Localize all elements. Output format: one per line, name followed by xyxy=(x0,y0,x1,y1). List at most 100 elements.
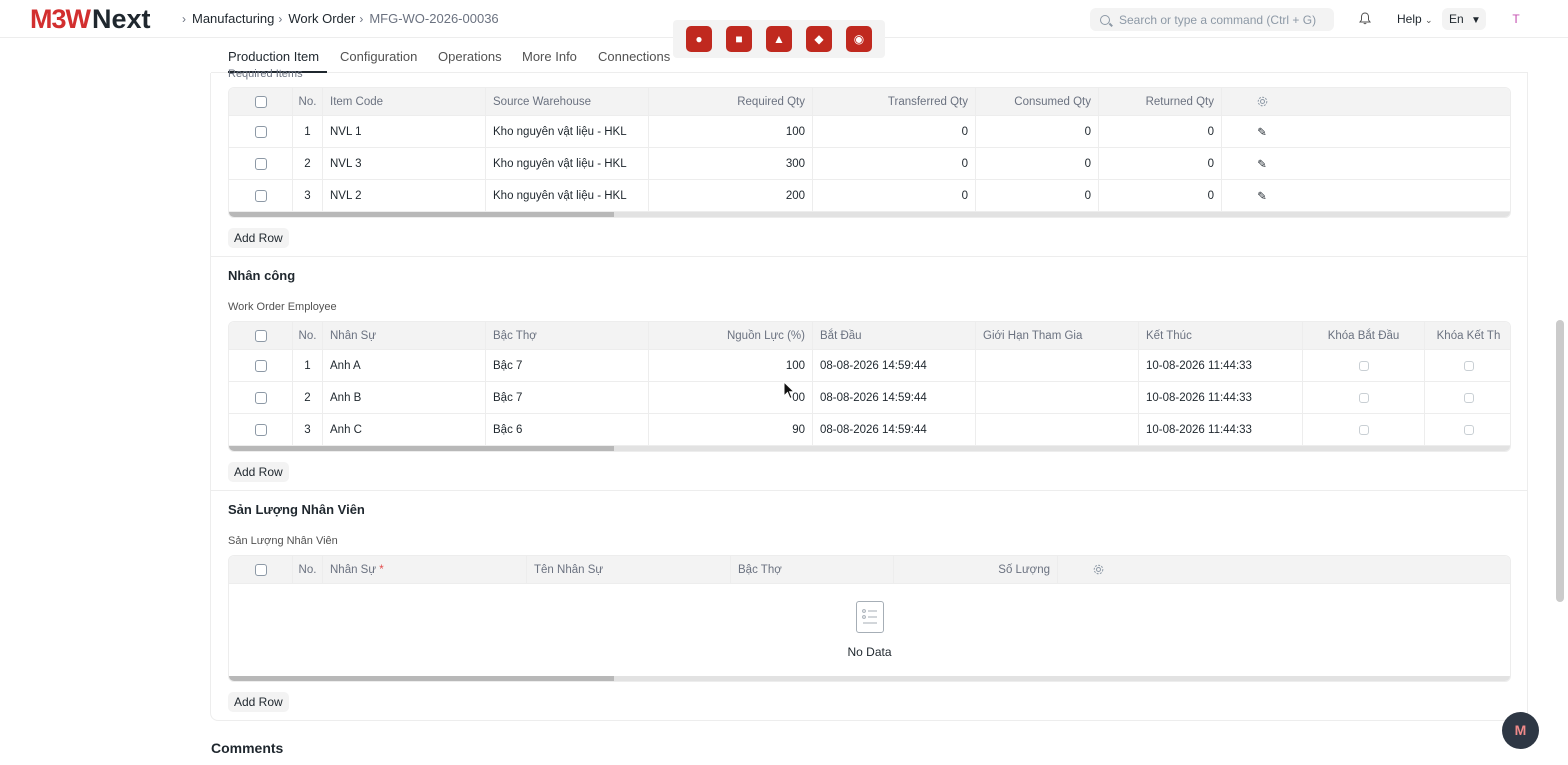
transferred-qty-cell[interactable]: 0 xyxy=(813,116,976,147)
lock-start-checkbox[interactable] xyxy=(1303,350,1425,381)
item-code-cell[interactable]: NVL 3 xyxy=(323,148,486,179)
scrollbar-thumb[interactable] xyxy=(229,212,614,217)
consumed-qty-cell[interactable]: 0 xyxy=(976,148,1099,179)
tool-user-icon[interactable]: ◆ xyxy=(806,26,832,52)
row-checkbox[interactable] xyxy=(229,116,293,147)
avatar[interactable]: T xyxy=(1506,9,1526,29)
chevron-down-icon: ⌄ xyxy=(1425,15,1433,25)
resource-cell[interactable]: 90 xyxy=(649,414,813,445)
consumed-qty-cell[interactable]: 0 xyxy=(976,116,1099,147)
row-checkbox[interactable] xyxy=(229,414,293,445)
edit-pencil-icon[interactable]: ✎ xyxy=(1222,180,1302,211)
section-divider xyxy=(211,490,1527,491)
select-all-checkbox[interactable] xyxy=(229,88,293,115)
end-cell[interactable]: 10-08-2026 11:44:33 xyxy=(1139,414,1303,445)
returned-qty-cell[interactable]: 0 xyxy=(1099,148,1222,179)
row-checkbox[interactable] xyxy=(229,180,293,211)
add-row-button[interactable]: Add Row xyxy=(228,462,289,482)
required-qty-cell[interactable]: 100 xyxy=(649,116,813,147)
employee-cell[interactable]: Anh B xyxy=(323,382,486,413)
tool-location-icon[interactable]: ◉ xyxy=(846,26,872,52)
help-label: Help xyxy=(1397,12,1422,26)
horizontal-scrollbar[interactable] xyxy=(229,446,1510,451)
language-select[interactable]: En ▼ xyxy=(1442,8,1486,30)
lock-start-checkbox[interactable] xyxy=(1303,414,1425,445)
required-qty-cell[interactable]: 300 xyxy=(649,148,813,179)
limit-cell[interactable] xyxy=(976,350,1139,381)
table-row[interactable]: 3 NVL 2 Kho nguyên vật liệu - HKL 200 0 … xyxy=(229,180,1510,212)
warehouse-cell[interactable]: Kho nguyên vật liệu - HKL xyxy=(486,148,649,179)
row-no: 1 xyxy=(293,350,323,381)
tab-more-info[interactable]: More Info xyxy=(522,49,577,64)
lock-end-checkbox[interactable] xyxy=(1425,414,1510,445)
transferred-qty-cell[interactable]: 0 xyxy=(813,148,976,179)
horizontal-scrollbar[interactable] xyxy=(229,676,1510,681)
grade-cell[interactable]: Bậc 7 xyxy=(486,350,649,381)
table-row[interactable]: 2 Anh B Bậc 7 00 08-08-2026 14:59:44 10-… xyxy=(229,382,1510,414)
select-all-checkbox[interactable] xyxy=(229,556,293,583)
table-row[interactable]: 3 Anh C Bậc 6 90 08-08-2026 14:59:44 10-… xyxy=(229,414,1510,446)
lock-end-checkbox[interactable] xyxy=(1425,382,1510,413)
row-checkbox[interactable] xyxy=(229,382,293,413)
tab-connections[interactable]: Connections xyxy=(598,49,670,64)
tab-operations[interactable]: Operations xyxy=(438,49,502,64)
logo-next: Next xyxy=(92,3,151,34)
table-row[interactable]: 1 NVL 1 Kho nguyên vật liệu - HKL 100 0 … xyxy=(229,116,1510,148)
row-no: 1 xyxy=(293,116,323,147)
search-input[interactable]: Search or type a command (Ctrl + G) xyxy=(1090,8,1334,31)
start-cell[interactable]: 08-08-2026 14:59:44 xyxy=(813,414,976,445)
gear-icon[interactable] xyxy=(1058,556,1138,583)
add-row-button[interactable]: Add Row xyxy=(228,692,289,712)
tab-production-item[interactable]: Production Item xyxy=(228,49,319,64)
help-dropdown[interactable]: Help ⌄ xyxy=(1397,12,1433,26)
lock-end-checkbox[interactable] xyxy=(1425,350,1510,381)
select-all-checkbox[interactable] xyxy=(229,322,293,349)
tool-team-icon[interactable]: ▲ xyxy=(766,26,792,52)
tool-stock-icon[interactable]: ■ xyxy=(726,26,752,52)
resource-cell[interactable]: 100 xyxy=(649,350,813,381)
bell-icon[interactable] xyxy=(1359,12,1371,25)
employee-cell[interactable]: Anh A xyxy=(323,350,486,381)
returned-qty-cell[interactable]: 0 xyxy=(1099,180,1222,211)
start-cell[interactable]: 08-08-2026 14:59:44 xyxy=(813,350,976,381)
grade-cell[interactable]: Bậc 7 xyxy=(486,382,649,413)
warehouse-cell[interactable]: Kho nguyên vật liệu - HKL xyxy=(486,180,649,211)
employee-cell[interactable]: Anh C xyxy=(323,414,486,445)
table-row[interactable]: 2 NVL 3 Kho nguyên vật liệu - HKL 300 0 … xyxy=(229,148,1510,180)
row-checkbox[interactable] xyxy=(229,148,293,179)
edit-pencil-icon[interactable]: ✎ xyxy=(1222,116,1302,147)
limit-cell[interactable] xyxy=(976,382,1139,413)
start-cell[interactable]: 08-08-2026 14:59:44 xyxy=(813,382,976,413)
breadcrumb: › Manufacturing › Work Order › MFG-WO-20… xyxy=(178,11,499,26)
returned-qty-cell[interactable]: 0 xyxy=(1099,116,1222,147)
required-qty-cell[interactable]: 200 xyxy=(649,180,813,211)
col-employee: Nhân Sự * xyxy=(323,556,527,583)
add-row-button[interactable]: Add Row xyxy=(228,228,289,248)
row-checkbox[interactable] xyxy=(229,350,293,381)
scrollbar-thumb[interactable] xyxy=(229,676,614,681)
assistant-button[interactable]: M xyxy=(1502,712,1539,749)
warehouse-cell[interactable]: Kho nguyên vật liệu - HKL xyxy=(486,116,649,147)
breadcrumb-manufacturing[interactable]: Manufacturing xyxy=(192,11,274,26)
tab-configuration[interactable]: Configuration xyxy=(340,49,417,64)
grid-header: No. Nhân Sự * Tên Nhân Sự Bậc Thợ Số Lượ… xyxy=(229,556,1510,584)
gear-icon[interactable] xyxy=(1222,88,1302,115)
transferred-qty-cell[interactable]: 0 xyxy=(813,180,976,211)
tool-materials-icon[interactable]: ● xyxy=(686,26,712,52)
lock-start-checkbox[interactable] xyxy=(1303,382,1425,413)
col-source-warehouse: Source Warehouse xyxy=(486,88,649,115)
breadcrumb-work-order[interactable]: Work Order xyxy=(288,11,355,26)
app-logo[interactable]: M3W Next xyxy=(30,3,151,34)
item-code-cell[interactable]: NVL 1 xyxy=(323,116,486,147)
horizontal-scrollbar[interactable] xyxy=(229,212,1510,217)
end-cell[interactable]: 10-08-2026 11:44:33 xyxy=(1139,382,1303,413)
grade-cell[interactable]: Bậc 6 xyxy=(486,414,649,445)
limit-cell[interactable] xyxy=(976,414,1139,445)
table-row[interactable]: 1 Anh A Bậc 7 100 08-08-2026 14:59:44 10… xyxy=(229,350,1510,382)
consumed-qty-cell[interactable]: 0 xyxy=(976,180,1099,211)
end-cell[interactable]: 10-08-2026 11:44:33 xyxy=(1139,350,1303,381)
page-scrollbar[interactable] xyxy=(1556,320,1564,602)
edit-pencil-icon[interactable]: ✎ xyxy=(1222,148,1302,179)
scrollbar-thumb[interactable] xyxy=(229,446,614,451)
item-code-cell[interactable]: NVL 2 xyxy=(323,180,486,211)
